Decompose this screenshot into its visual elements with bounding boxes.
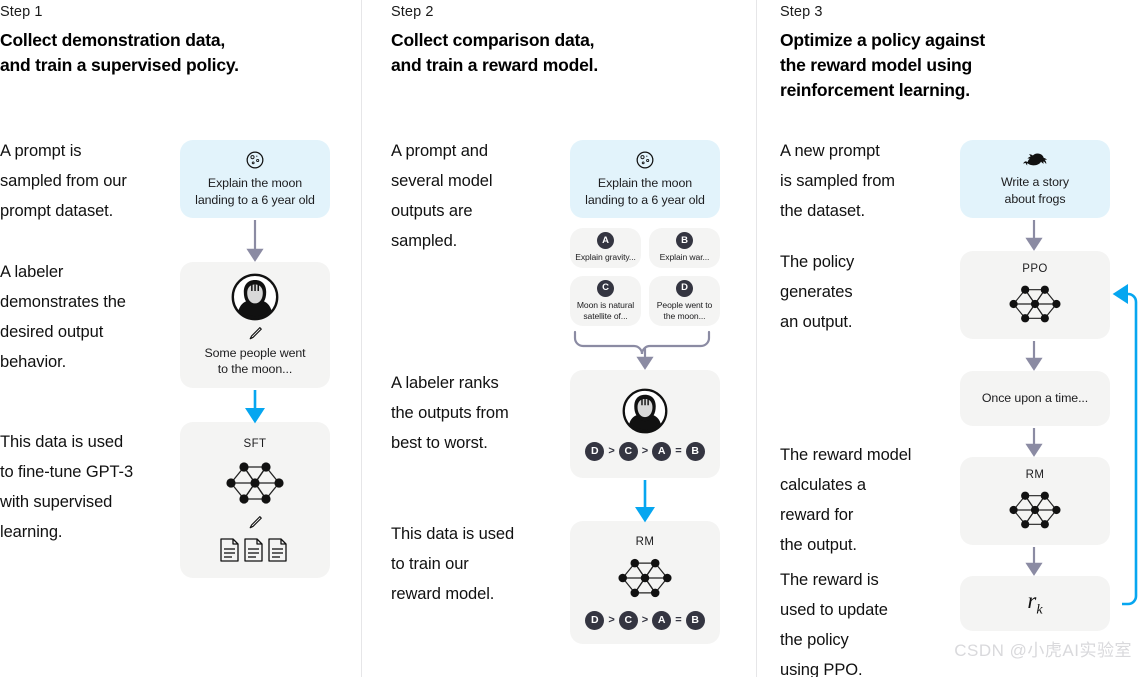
step-2-title: Collect comparison data, and train a rew… bbox=[391, 30, 598, 75]
ranking-row: D > C > A = B bbox=[585, 611, 705, 630]
step-1-paragraph-3: This data is used to fine-tune GPT-3 wit… bbox=[0, 433, 134, 541]
rank-operator-2: > bbox=[641, 614, 649, 626]
step-2-ranking-card[interactable]: D > C > A = B bbox=[570, 370, 720, 478]
rm-label: RM bbox=[1025, 468, 1045, 481]
badge-d: D bbox=[676, 279, 693, 297]
step-3-generated-output-card[interactable]: Once upon a time... bbox=[960, 371, 1110, 426]
step-1-paragraph-1: A prompt is sampled from our prompt data… bbox=[0, 142, 127, 220]
rlhf-diagram: Step 1 Collect demonstration data, and t… bbox=[0, 0, 1140, 677]
labeler-avatar-icon bbox=[231, 273, 279, 321]
frog-icon bbox=[1022, 151, 1048, 169]
pencil-icon bbox=[246, 513, 264, 531]
step-2-paragraph-3: This data is used to train our reward mo… bbox=[391, 525, 515, 603]
rank-operator-1: > bbox=[608, 614, 615, 626]
rank-badge-a: A bbox=[652, 441, 672, 461]
step-2-column: Step 2 Collect comparison data, and trai… bbox=[361, 0, 756, 677]
generated-output-text: Once upon a time... bbox=[981, 391, 1089, 406]
badge-a: A bbox=[597, 232, 614, 250]
rank-badge-a: A bbox=[652, 611, 672, 630]
ranking-row: D > C > A = B bbox=[585, 441, 705, 461]
step-3-paragraph-2: The policy generates an output. bbox=[780, 253, 855, 331]
step-2-output-card-c[interactable]: C Moon is natural satellite of... bbox=[570, 276, 641, 326]
badge-c: C bbox=[597, 279, 614, 297]
moon-icon bbox=[245, 150, 265, 170]
rank-badge-d: D bbox=[585, 611, 605, 630]
step-1-label: Step 1 bbox=[0, 4, 43, 20]
step-2-prompt-text: Explain the moon landing to a 6 year old bbox=[585, 176, 705, 207]
step-3-new-prompt-text: Write a story about frogs bbox=[1000, 175, 1069, 206]
step-1-column: Step 1 Collect demonstration data, and t… bbox=[0, 0, 361, 677]
step-3-ppo-card[interactable]: PPO bbox=[960, 251, 1110, 339]
rank-operator-3: = bbox=[675, 444, 682, 457]
rank-operator-3: = bbox=[675, 614, 682, 626]
step-1-prompt-text: Explain the moon landing to a 6 year old bbox=[195, 176, 315, 207]
step-3-new-prompt-card[interactable]: Write a story about frogs bbox=[960, 140, 1110, 218]
step-1-labeler-text: Some people went to the moon... bbox=[204, 345, 306, 377]
step-1-paragraph-2: A labeler demonstrates the desired outpu… bbox=[0, 263, 126, 371]
output-d-text: People went to the moon... bbox=[656, 299, 713, 322]
step-2-rm-card[interactable]: RM D > C > A = B bbox=[570, 521, 720, 644]
step-2-label: Step 2 bbox=[391, 4, 434, 20]
rank-badge-c: C bbox=[618, 441, 638, 461]
reward-math: rk bbox=[1027, 589, 1042, 618]
badge-b: B bbox=[676, 232, 693, 250]
rank-badge-c: C bbox=[618, 611, 638, 630]
step-3-label: Step 3 bbox=[780, 4, 823, 20]
rank-operator-2: > bbox=[641, 444, 649, 457]
output-c-text: Moon is natural satellite of... bbox=[576, 299, 635, 322]
step-2-output-card-a[interactable]: A Explain gravity... bbox=[570, 228, 641, 268]
labeler-avatar-icon bbox=[622, 388, 668, 434]
step-2-output-card-d[interactable]: D People went to the moon... bbox=[649, 276, 720, 326]
rank-operator-1: > bbox=[608, 444, 615, 457]
pencil-icon bbox=[246, 324, 264, 342]
moon-icon bbox=[635, 150, 655, 170]
neural-network-icon bbox=[1002, 279, 1068, 329]
rank-badge-d: D bbox=[585, 441, 605, 461]
output-a-text: Explain gravity... bbox=[575, 252, 636, 263]
step-1-prompt-card[interactable]: Explain the moon landing to a 6 year old bbox=[180, 140, 330, 218]
step-1-title: Collect demonstration data, and train a … bbox=[0, 30, 239, 75]
neural-network-icon bbox=[1002, 485, 1068, 535]
step-3-paragraph-3: The reward model calculates a reward for… bbox=[780, 446, 912, 554]
step-2-output-card-b[interactable]: B Explain war... bbox=[649, 228, 720, 268]
watermark: CSDN @小虎AI实验室 bbox=[954, 641, 1132, 660]
step-3-reward-card[interactable]: rk bbox=[960, 576, 1110, 631]
step-3-title: Optimize a policy against the reward mod… bbox=[780, 30, 986, 100]
step-2-paragraph-1: A prompt and several model outputs are s… bbox=[391, 142, 493, 250]
documents-icon bbox=[218, 536, 292, 564]
neural-network-icon bbox=[611, 552, 679, 604]
step-3-rm-card[interactable]: RM bbox=[960, 457, 1110, 545]
neural-network-icon bbox=[219, 455, 291, 511]
step-2-prompt-card[interactable]: Explain the moon landing to a 6 year old bbox=[570, 140, 720, 218]
step-3-column: Step 3 Optimize a policy against the rew… bbox=[756, 0, 1140, 677]
step-1-labeler-card[interactable]: Some people went to the moon... bbox=[180, 262, 330, 388]
output-b-text: Explain war... bbox=[659, 252, 710, 263]
rank-badge-b: B bbox=[685, 611, 705, 630]
reward-subscript: k bbox=[1036, 602, 1043, 618]
step-3-paragraph-4: The reward is used to update the policy … bbox=[780, 571, 888, 677]
rank-badge-b: B bbox=[685, 441, 705, 461]
rm-label: RM bbox=[635, 536, 655, 548]
step-3-paragraph-1: A new prompt is sampled from the dataset… bbox=[780, 142, 895, 220]
ppo-label: PPO bbox=[1022, 262, 1048, 275]
step-2-paragraph-2: A labeler ranks the outputs from best to… bbox=[391, 374, 509, 452]
sft-label: SFT bbox=[243, 437, 267, 450]
step-1-sft-card[interactable]: SFT bbox=[180, 422, 330, 578]
